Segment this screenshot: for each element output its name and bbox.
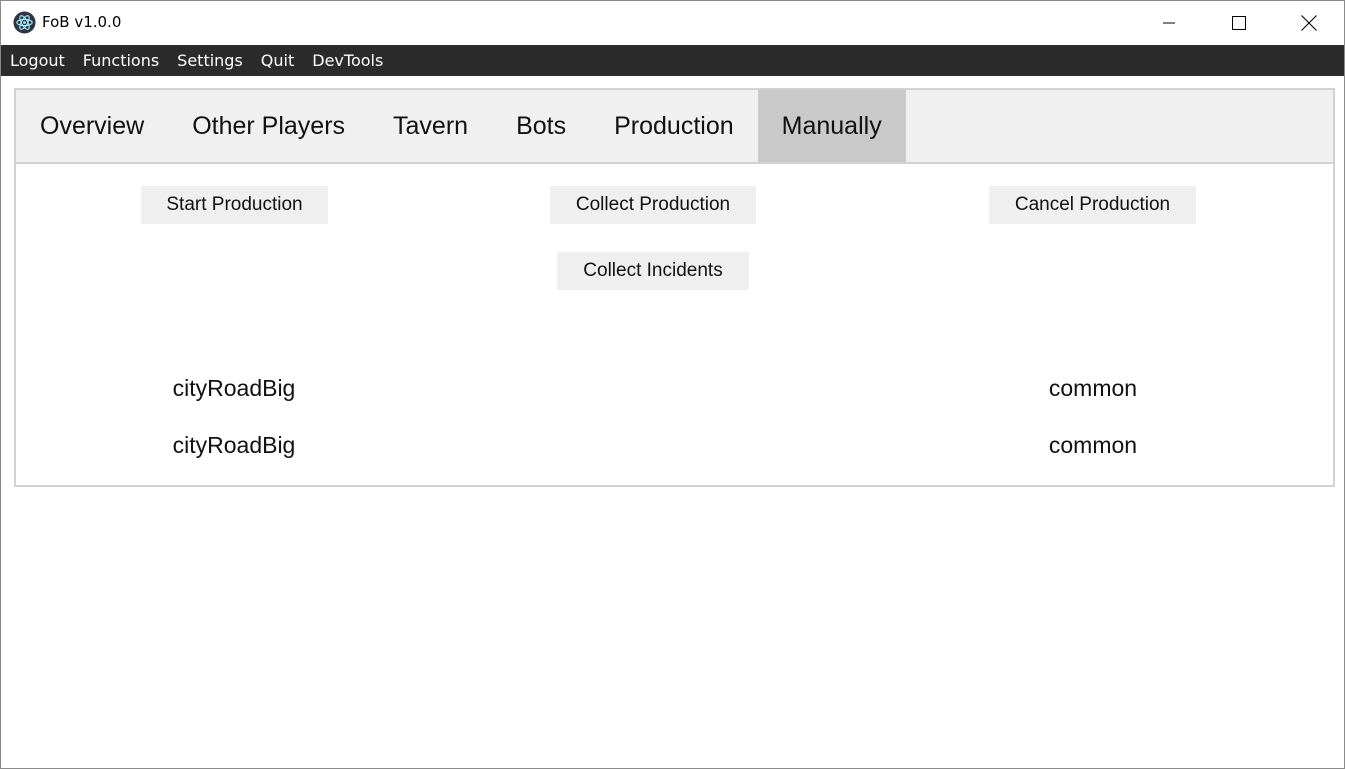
start-production-button[interactable]: Start Production	[141, 186, 328, 224]
close-icon	[1301, 15, 1317, 31]
menu-devtools[interactable]: DevTools	[303, 45, 392, 76]
menu-settings[interactable]: Settings	[168, 45, 252, 76]
tab-overview[interactable]: Overview	[16, 90, 168, 162]
close-button[interactable]	[1274, 1, 1344, 45]
collect-incidents-button[interactable]: Collect Incidents	[557, 252, 749, 290]
app-window: FoB v1.0.0 Logout Functions Settings Qui…	[0, 0, 1345, 769]
collect-production-button[interactable]: Collect Production	[550, 186, 756, 224]
row-building-name: cityRoadBig	[172, 375, 296, 401]
tab-other-players[interactable]: Other Players	[168, 90, 369, 162]
maximize-button[interactable]	[1204, 1, 1274, 45]
menu-quit[interactable]: Quit	[252, 45, 303, 76]
cancel-production-button[interactable]: Cancel Production	[989, 186, 1196, 224]
tab-bar: Overview Other Players Tavern Bots Produ…	[16, 90, 1333, 164]
tab-bots[interactable]: Bots	[492, 90, 590, 162]
main-panel: Overview Other Players Tavern Bots Produ…	[14, 88, 1335, 487]
row-building-name: cityRoadBig	[172, 432, 296, 458]
row-building-type: common	[1048, 375, 1138, 401]
tab-production[interactable]: Production	[590, 90, 758, 162]
window-title: FoB v1.0.0	[42, 13, 122, 31]
menu-logout[interactable]: Logout	[1, 45, 74, 76]
tab-tavern[interactable]: Tavern	[369, 90, 492, 162]
electron-atom-icon	[13, 11, 36, 34]
minimize-button[interactable]	[1134, 1, 1204, 45]
row-building-type: common	[1048, 432, 1138, 458]
menu-functions[interactable]: Functions	[74, 45, 168, 76]
minimize-icon	[1163, 22, 1175, 24]
maximize-icon	[1232, 16, 1246, 30]
menu-bar: Logout Functions Settings Quit DevTools	[1, 45, 1344, 76]
tab-manually[interactable]: Manually	[757, 90, 906, 162]
title-bar[interactable]: FoB v1.0.0	[1, 1, 1344, 45]
